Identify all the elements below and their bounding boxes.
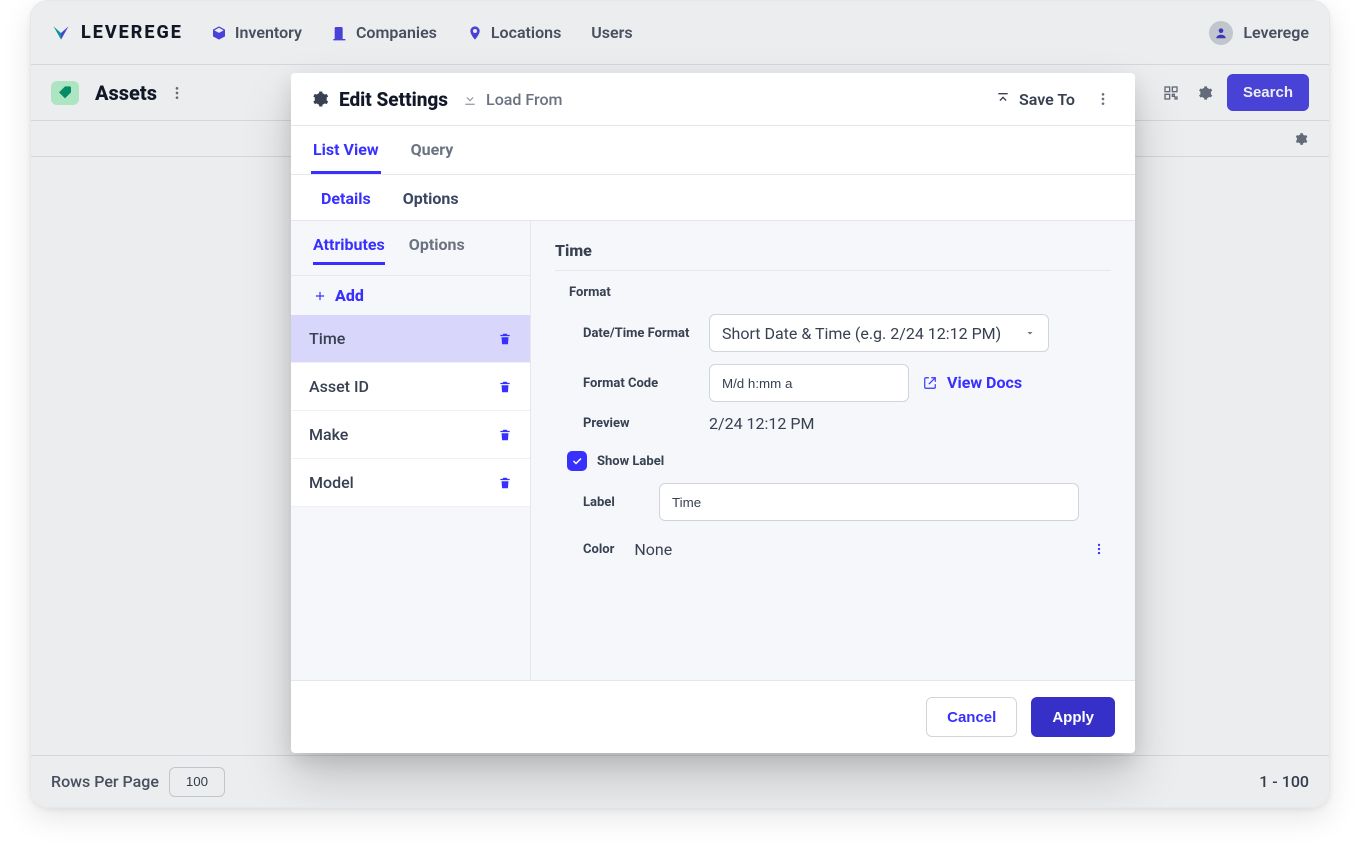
subtab-options[interactable]: Options xyxy=(401,175,461,220)
attributes-panel: Attributes Options Add Time Asset ID xyxy=(291,221,531,680)
gear-icon[interactable] xyxy=(1289,127,1313,151)
label-field-label: Label xyxy=(555,495,645,510)
search-button[interactable]: Search xyxy=(1227,74,1309,111)
nav-users-label: Users xyxy=(591,23,632,42)
load-from-label: Load From xyxy=(486,90,562,109)
attribute-detail-panel: Time Format Date/Time Format Short Date … xyxy=(531,221,1135,680)
avatar-icon xyxy=(1209,21,1233,45)
top-nav: LEVEREGE Inventory Companies Locations U… xyxy=(31,1,1329,65)
cube-icon xyxy=(211,25,227,41)
tab-query[interactable]: Query xyxy=(409,126,456,174)
subtab-details[interactable]: Details xyxy=(319,175,373,220)
view-docs-label: View Docs xyxy=(947,373,1022,392)
chevron-down-icon xyxy=(1024,327,1036,339)
attribute-item[interactable]: Model xyxy=(291,459,530,507)
show-label-text: Show Label xyxy=(597,454,664,469)
kebab-icon[interactable] xyxy=(1091,87,1115,111)
attribute-item[interactable]: Time xyxy=(291,315,530,363)
attributes-list: Time Asset ID Make Model xyxy=(291,315,530,507)
user-name: Leverege xyxy=(1243,23,1309,42)
modal-header: Edit Settings Load From Save To xyxy=(291,73,1135,126)
save-to-label: Save To xyxy=(1019,90,1075,109)
nav-locations-label: Locations xyxy=(491,23,561,42)
page-title: Assets xyxy=(95,81,157,105)
edit-settings-modal: Edit Settings Load From Save To List Vie… xyxy=(291,73,1135,753)
datetime-format-label: Date/Time Format xyxy=(555,326,695,341)
nav-users[interactable]: Users xyxy=(591,23,632,42)
brand-text: LEVEREGE xyxy=(81,22,183,43)
cancel-button[interactable]: Cancel xyxy=(926,697,1017,737)
external-link-icon xyxy=(923,376,937,390)
modal-title: Edit Settings xyxy=(339,88,448,111)
attr-tab-options[interactable]: Options xyxy=(409,235,465,265)
attribute-item-label: Time xyxy=(309,329,345,348)
save-to-button[interactable]: Save To xyxy=(995,90,1075,109)
datetime-format-select[interactable]: Short Date & Time (e.g. 2/24 12:12 PM) xyxy=(709,314,1049,352)
gear-icon[interactable] xyxy=(1193,81,1217,105)
qr-icon[interactable] xyxy=(1159,81,1183,105)
load-from-button[interactable]: Load From xyxy=(462,90,562,109)
nav-companies-label: Companies xyxy=(356,23,437,42)
modal-body: Attributes Options Add Time Asset ID xyxy=(291,221,1135,680)
nav-inventory[interactable]: Inventory xyxy=(211,23,302,42)
rows-per-page-label: Rows Per Page xyxy=(51,772,159,791)
datetime-format-value: Short Date & Time (e.g. 2/24 12:12 PM) xyxy=(722,324,1001,343)
tag-icon xyxy=(51,81,79,105)
gear-icon xyxy=(311,90,329,108)
nav-locations[interactable]: Locations xyxy=(467,23,561,42)
show-label-checkbox[interactable] xyxy=(567,451,587,471)
format-code-label: Format Code xyxy=(555,376,695,391)
nav-links: Inventory Companies Locations Users xyxy=(211,23,633,42)
trash-icon[interactable] xyxy=(498,428,512,442)
row-range: 1 - 100 xyxy=(1259,772,1309,791)
color-label: Color xyxy=(583,542,614,557)
apply-button[interactable]: Apply xyxy=(1031,697,1115,737)
nav-companies[interactable]: Companies xyxy=(332,23,437,42)
table-footer: Rows Per Page 1 - 100 xyxy=(31,755,1329,807)
plus-icon xyxy=(313,289,327,303)
color-value: None xyxy=(634,540,1087,559)
rows-per-page-input[interactable] xyxy=(169,767,225,797)
trash-icon[interactable] xyxy=(498,380,512,394)
modal-subtabs: Details Options xyxy=(291,175,1135,221)
kebab-icon[interactable] xyxy=(165,81,189,105)
attribute-item-label: Model xyxy=(309,473,354,492)
add-label: Add xyxy=(335,286,364,305)
format-group-label: Format xyxy=(569,285,1111,300)
add-attribute-button[interactable]: Add xyxy=(291,276,530,315)
attribute-item-label: Make xyxy=(309,425,348,444)
trash-icon[interactable] xyxy=(498,476,512,490)
label-input[interactable] xyxy=(659,483,1079,521)
kebab-icon[interactable] xyxy=(1087,537,1111,561)
attr-tab-attributes[interactable]: Attributes xyxy=(313,235,385,265)
view-docs-link[interactable]: View Docs xyxy=(923,373,1022,392)
attribute-item-label: Asset ID xyxy=(309,377,369,396)
preview-value: 2/24 12:12 PM xyxy=(709,414,814,433)
app-window: LEVEREGE Inventory Companies Locations U… xyxy=(30,0,1330,808)
format-code-input[interactable] xyxy=(709,364,909,402)
panel-heading: Time xyxy=(555,241,1111,271)
modal-tabs: List View Query xyxy=(291,126,1135,175)
nav-inventory-label: Inventory xyxy=(235,23,302,42)
attribute-item[interactable]: Make xyxy=(291,411,530,459)
trash-icon[interactable] xyxy=(498,332,512,346)
brand-logo: LEVEREGE xyxy=(51,22,183,43)
modal-footer: Cancel Apply xyxy=(291,680,1135,753)
tab-list-view[interactable]: List View xyxy=(311,126,381,174)
download-icon xyxy=(462,91,478,107)
user-menu[interactable]: Leverege xyxy=(1209,21,1309,45)
page-tag: Assets xyxy=(51,81,157,105)
pin-icon xyxy=(467,25,483,41)
preview-label: Preview xyxy=(555,416,695,431)
attribute-item[interactable]: Asset ID xyxy=(291,363,530,411)
building-icon xyxy=(332,25,348,41)
upload-icon xyxy=(995,91,1011,107)
